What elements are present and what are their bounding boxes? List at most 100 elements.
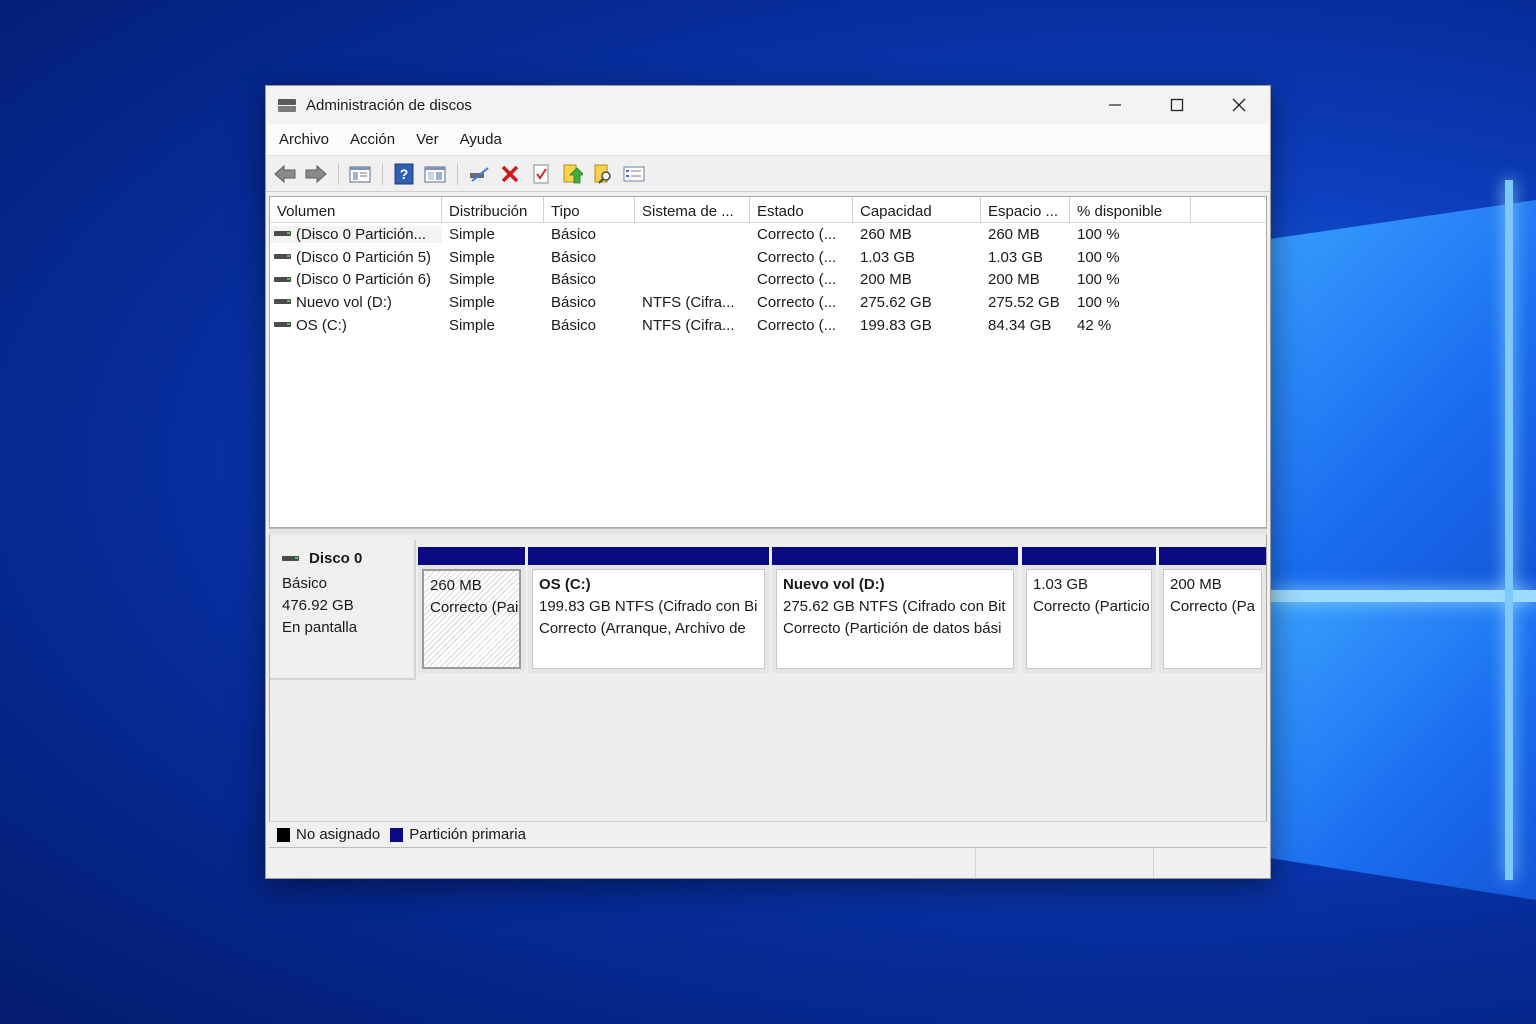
properties-button[interactable] xyxy=(528,161,554,187)
capacity-cell: 275.62 GB xyxy=(860,293,932,311)
column-header-distribucion[interactable]: Distribución xyxy=(442,197,544,223)
status-bar xyxy=(266,848,1270,878)
column-header-espacio[interactable]: Espacio ... xyxy=(981,197,1070,223)
logo-pane-bottom xyxy=(1270,600,1536,900)
volume-row[interactable]: (Disco 0 Partición 5) Simple Básico Corr… xyxy=(270,246,1266,269)
type-cell: Básico xyxy=(551,293,597,311)
partition-block[interactable]: OS (C:) 199.83 GB NTFS (Cifrado con Bi C… xyxy=(528,547,769,673)
volume-list[interactable]: Volumen Distribución Tipo Sistema de ...… xyxy=(269,196,1267,528)
disk-graphical-view: Disco 0 Básico 476.92 GB En pantalla 260… xyxy=(269,534,1267,848)
partition-body: OS (C:) 199.83 GB NTFS (Cifrado con Bi C… xyxy=(532,569,765,669)
layout-cell: Simple xyxy=(449,271,495,289)
free-space-cell: 1.03 GB xyxy=(988,248,1044,266)
search-button[interactable] xyxy=(590,161,616,187)
disk-management-app-icon xyxy=(278,97,298,113)
volume-row[interactable]: Nuevo vol (D:) Simple Básico NTFS (Cifra… xyxy=(270,291,1266,314)
volume-list-header: Volumen Distribución Tipo Sistema de ...… xyxy=(270,197,1266,223)
properties-icon xyxy=(533,164,549,183)
capacity-cell: 260 MB xyxy=(860,225,912,243)
menu-accion[interactable]: Acción xyxy=(350,131,395,148)
legend-swatch-primary xyxy=(390,827,404,842)
legend-label-unallocated: No asignado xyxy=(296,826,381,843)
logo-light-horizontal xyxy=(1270,590,1536,602)
partition-map: 260 MB Correcto (Pai OS (C:) 199.83 GB N… xyxy=(418,547,1266,673)
close-button[interactable] xyxy=(1208,86,1270,124)
view-icon xyxy=(424,166,446,182)
partition-block[interactable]: 1.03 GB Correcto (Particio xyxy=(1022,547,1156,673)
forward-button[interactable] xyxy=(303,161,329,187)
partition-size: 1.03 GB xyxy=(1033,576,1089,593)
connect-disk-button[interactable] xyxy=(466,161,492,187)
status-segment xyxy=(976,848,1154,878)
volume-drive-icon xyxy=(274,230,291,238)
rescan-button[interactable] xyxy=(559,161,585,187)
view-button[interactable] xyxy=(422,161,448,187)
volume-row[interactable]: OS (C:) Simple Básico NTFS (Cifra... Cor… xyxy=(270,314,1266,337)
volume-drive-icon xyxy=(274,298,291,306)
partition-body: 200 MB Correcto (Pa xyxy=(1163,569,1262,669)
menu-ver[interactable]: Ver xyxy=(416,131,439,148)
volume-cell: OS (C:) xyxy=(270,317,442,334)
menu-ayuda[interactable]: Ayuda xyxy=(460,131,502,148)
console-tree-button[interactable] xyxy=(347,161,373,187)
free-space-cell: 275.52 GB xyxy=(988,293,1060,311)
volume-row[interactable]: (Disco 0 Partición 6) Simple Básico Corr… xyxy=(270,268,1266,291)
menu-archivo[interactable]: Archivo xyxy=(279,131,329,148)
column-header-tipo[interactable]: Tipo xyxy=(544,197,635,223)
minimize-button[interactable] xyxy=(1084,86,1146,124)
partition-name: OS (C:) xyxy=(539,576,591,593)
column-header-volumen[interactable]: Volumen xyxy=(270,197,442,223)
status-cell: Correcto (... xyxy=(757,248,837,266)
type-cell: Básico xyxy=(551,248,597,266)
rescan-icon xyxy=(563,164,583,183)
filesystem-cell: NTFS (Cifra... xyxy=(642,293,735,311)
search-icon xyxy=(594,164,611,184)
partition-status: Correcto (Partición de datos bási xyxy=(783,620,1002,637)
volume-cell: (Disco 0 Partición... xyxy=(270,225,442,243)
back-button[interactable] xyxy=(272,161,298,187)
help-icon: ? xyxy=(394,163,414,184)
column-header-capacidad[interactable]: Capacidad xyxy=(853,197,981,223)
partition-color-bar xyxy=(528,547,769,565)
settings-button[interactable] xyxy=(621,161,647,187)
settings-icon xyxy=(623,166,645,181)
svg-text:?: ? xyxy=(400,166,409,182)
type-cell: Básico xyxy=(551,271,597,289)
type-cell: Básico xyxy=(551,225,597,243)
legend-label-primary: Partición primaria xyxy=(409,826,526,843)
partition-status: Correcto (Particio xyxy=(1033,598,1150,615)
capacity-cell: 1.03 GB xyxy=(860,248,916,266)
partition-block[interactable]: 260 MB Correcto (Pai xyxy=(418,547,525,673)
volume-drive-icon xyxy=(274,276,291,284)
delete-icon xyxy=(501,165,519,182)
volume-cell: (Disco 0 Partición 6) xyxy=(270,271,442,288)
title-bar[interactable]: Administración de discos xyxy=(266,86,1270,124)
status-cell: Correcto (... xyxy=(757,225,837,243)
status-cell: Correcto (... xyxy=(757,316,837,334)
column-header-estado[interactable]: Estado xyxy=(750,197,853,223)
partition-block[interactable]: 200 MB Correcto (Pa xyxy=(1159,547,1266,673)
column-header-sistema[interactable]: Sistema de ... xyxy=(635,197,750,223)
close-icon xyxy=(1232,98,1246,112)
percent-free-cell: 100 % xyxy=(1077,271,1120,289)
partition-block[interactable]: Nuevo vol (D:) 275.62 GB NTFS (Cifrado c… xyxy=(772,547,1018,673)
delete-button[interactable] xyxy=(497,161,523,187)
toolbar: ? xyxy=(266,156,1270,192)
percent-free-cell: 100 % xyxy=(1077,293,1120,311)
percent-free-cell: 100 % xyxy=(1077,225,1120,243)
minimize-icon xyxy=(1109,104,1121,106)
volume-name: Nuevo vol (D:) xyxy=(296,293,392,311)
volume-name: (Disco 0 Partición 5) xyxy=(296,248,432,266)
partition-color-bar xyxy=(1022,547,1156,565)
volume-drive-icon xyxy=(274,253,291,261)
layout-cell: Simple xyxy=(449,316,495,334)
disk-0-label[interactable]: Disco 0 Básico 476.92 GB En pantalla xyxy=(270,540,416,680)
column-header-disponible[interactable]: % disponible xyxy=(1070,197,1191,223)
menu-bar: Archivo Acción Ver Ayuda xyxy=(266,124,1270,156)
percent-free-cell: 100 % xyxy=(1077,248,1120,266)
capacity-cell: 200 MB xyxy=(860,271,912,289)
maximize-button[interactable] xyxy=(1146,86,1208,124)
help-button[interactable]: ? xyxy=(391,161,417,187)
partition-status: Correcto (Pai xyxy=(430,599,519,616)
volume-row[interactable]: (Disco 0 Partición... Simple Básico Corr… xyxy=(270,223,1266,246)
